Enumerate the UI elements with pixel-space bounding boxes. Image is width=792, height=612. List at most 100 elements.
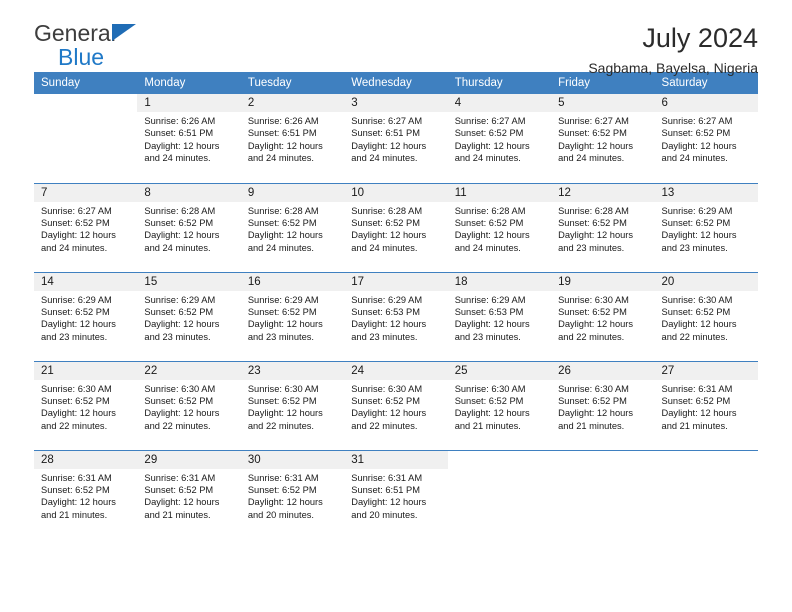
day-number: 19 bbox=[551, 272, 655, 291]
day-daylight-line2-text: and 24 minutes. bbox=[247, 242, 314, 253]
day-sunset-text: Sunset: 6:51 PM bbox=[144, 128, 214, 139]
calendar-day-cell[interactable]: 14 Sunrise: 6:29 AM Sunset: 6:52 PM Dayligh… bbox=[34, 271, 138, 361]
day-sunset-text: Sunset: 6:52 PM bbox=[144, 484, 214, 495]
calendar-day-cell[interactable]: 23 Sunrise: 6:30 AM Sunset: 6:52 PM Dayligh… bbox=[240, 360, 345, 450]
calendar-day-cell[interactable]: 31 Sunrise: 6:31 AM Sunset: 6:51 PM Dayligh… bbox=[344, 449, 448, 539]
day-sunset-text: Sunset: 6:52 PM bbox=[247, 395, 317, 406]
day-number-empty bbox=[654, 450, 758, 469]
day-sunset-text: Sunset: 6:52 PM bbox=[144, 217, 214, 228]
day-daylight-line2-text: and 24 minutes. bbox=[661, 153, 728, 164]
calendar-day-cell[interactable]: 10 Sunrise: 6:28 AM Sunset: 6:52 PM Dayligh… bbox=[344, 182, 448, 272]
day-sunrise-text: Sunrise: 6:28 AM bbox=[558, 205, 629, 216]
day-sunrise-text: Sunrise: 6:31 AM bbox=[351, 472, 423, 483]
calendar-day-cell[interactable]: 20 Sunrise: 6:30 AM Sunset: 6:52 PM Dayligh… bbox=[654, 271, 758, 361]
calendar-day-cell[interactable]: 2 Sunrise: 6:26 AM Sunset: 6:51 PM Daylight… bbox=[240, 94, 345, 183]
calendar-day-cell[interactable]: 11 Sunrise: 6:28 AM Sunset: 6:52 PM Dayligh… bbox=[447, 182, 552, 272]
day-daylight-line1-text: Daylight: 12 hours bbox=[454, 140, 530, 151]
logo-text-blue: Blue bbox=[58, 44, 105, 70]
day-daylight-line1-text: Daylight: 12 hours bbox=[351, 408, 427, 419]
day-sunrise-text: Sunrise: 6:30 AM bbox=[247, 383, 319, 394]
page-header: General Blue July 2024 Sagbama, Bayelsa,… bbox=[34, 0, 758, 77]
day-daylight-line1-text: Daylight: 12 hours bbox=[144, 140, 220, 151]
day-sunrise-text: Sunrise: 6:31 AM bbox=[41, 472, 112, 483]
day-number-empty bbox=[447, 450, 552, 469]
calendar-day-cell[interactable]: 29 Sunrise: 6:31 AM Sunset: 6:52 PM Dayligh… bbox=[137, 449, 241, 539]
day-sunset-text: Sunset: 6:52 PM bbox=[454, 128, 524, 139]
calendar-day-cell[interactable]: 19 Sunrise: 6:30 AM Sunset: 6:52 PM Dayligh… bbox=[551, 271, 655, 361]
calendar-day-cell[interactable]: 26 Sunrise: 6:30 AM Sunset: 6:52 PM Dayligh… bbox=[551, 360, 655, 450]
day-daylight-line1-text: Daylight: 12 hours bbox=[41, 408, 116, 419]
day-sunset-text: Sunset: 6:52 PM bbox=[41, 306, 110, 317]
day-details: Sunrise: 6:27 AM Sunset: 6:51 PM Daylight:… bbox=[344, 112, 447, 165]
day-sunrise-text: Sunrise: 6:26 AM bbox=[144, 116, 216, 126]
calendar-day-cell-empty bbox=[447, 449, 552, 539]
calendar-day-cell[interactable]: 24 Sunrise: 6:30 AM Sunset: 6:52 PM Dayligh… bbox=[344, 360, 448, 450]
calendar-day-cell[interactable]: 12 Sunrise: 6:28 AM Sunset: 6:52 PM Dayligh… bbox=[551, 182, 655, 272]
day-sunrise-text: Sunrise: 6:29 AM bbox=[351, 294, 423, 305]
day-daylight-line1-text: Daylight: 12 hours bbox=[247, 230, 323, 241]
day-sunset-text: Sunset: 6:52 PM bbox=[661, 395, 731, 406]
calendar-day-cell[interactable]: 1 Sunrise: 6:26 AM Sunset: 6:51 PM Daylight… bbox=[137, 94, 241, 183]
calendar-day-cell[interactable]: 18 Sunrise: 6:29 AM Sunset: 6:53 PM Dayligh… bbox=[447, 271, 552, 361]
calendar-day-cell[interactable]: 16 Sunrise: 6:29 AM Sunset: 6:52 PM Dayligh… bbox=[240, 271, 345, 361]
calendar-day-cell[interactable]: 25 Sunrise: 6:30 AM Sunset: 6:52 PM Dayligh… bbox=[447, 360, 552, 450]
day-sunset-text: Sunset: 6:52 PM bbox=[144, 306, 214, 317]
day-sunset-text: Sunset: 6:52 PM bbox=[558, 217, 627, 228]
day-daylight-line1-text: Daylight: 12 hours bbox=[247, 319, 323, 330]
day-daylight-line1-text: Daylight: 12 hours bbox=[351, 497, 427, 508]
day-number: 17 bbox=[344, 272, 448, 291]
day-sunset-text: Sunset: 6:52 PM bbox=[351, 217, 420, 228]
day-sunrise-text: Sunrise: 6:30 AM bbox=[454, 383, 526, 394]
day-daylight-line2-text: and 24 minutes. bbox=[351, 153, 418, 164]
calendar-day-cell[interactable]: 4 Sunrise: 6:27 AM Sunset: 6:52 PM Daylight… bbox=[447, 94, 552, 183]
calendar-day-cell[interactable]: 27 Sunrise: 6:31 AM Sunset: 6:52 PM Dayligh… bbox=[654, 360, 758, 450]
weekday-header-monday: Monday bbox=[137, 72, 241, 94]
day-daylight-line2-text: and 24 minutes. bbox=[454, 153, 521, 164]
day-number: 26 bbox=[551, 361, 655, 380]
calendar-day-cell[interactable]: 30 Sunrise: 6:31 AM Sunset: 6:52 PM Dayligh… bbox=[240, 449, 345, 539]
day-sunrise-text: Sunrise: 6:30 AM bbox=[351, 383, 423, 394]
day-sunrise-text: Sunrise: 6:28 AM bbox=[454, 205, 526, 216]
day-details: Sunrise: 6:30 AM Sunset: 6:52 PM Daylight:… bbox=[448, 380, 551, 433]
day-sunrise-text: Sunrise: 6:30 AM bbox=[558, 383, 629, 394]
calendar-day-cell[interactable]: 5 Sunrise: 6:27 AM Sunset: 6:52 PM Daylight… bbox=[551, 94, 655, 183]
calendar-day-cell[interactable]: 8 Sunrise: 6:28 AM Sunset: 6:52 PM Daylight… bbox=[137, 182, 241, 272]
day-details: Sunrise: 6:30 AM Sunset: 6:52 PM Daylight:… bbox=[551, 291, 654, 344]
calendar-day-cell[interactable]: 15 Sunrise: 6:29 AM Sunset: 6:52 PM Dayligh… bbox=[137, 271, 241, 361]
calendar-day-cell[interactable]: 6 Sunrise: 6:27 AM Sunset: 6:52 PM Daylight… bbox=[654, 94, 758, 183]
calendar-day-cell[interactable]: 13 Sunrise: 6:29 AM Sunset: 6:52 PM Dayligh… bbox=[654, 182, 758, 272]
calendar-day-cell[interactable]: 7 Sunrise: 6:27 AM Sunset: 6:52 PM Daylight… bbox=[34, 182, 138, 272]
calendar-day-cell[interactable]: 17 Sunrise: 6:29 AM Sunset: 6:53 PM Dayligh… bbox=[344, 271, 448, 361]
day-details: Sunrise: 6:29 AM Sunset: 6:52 PM Daylight:… bbox=[34, 291, 137, 344]
day-details: Sunrise: 6:31 AM Sunset: 6:51 PM Daylight:… bbox=[344, 469, 447, 522]
day-number-empty bbox=[551, 450, 655, 469]
day-sunrise-text: Sunrise: 6:29 AM bbox=[144, 294, 216, 305]
day-daylight-line2-text: and 21 minutes. bbox=[558, 420, 625, 431]
day-sunrise-text: Sunrise: 6:28 AM bbox=[351, 205, 423, 216]
calendar-week-row: 21 Sunrise: 6:30 AM Sunset: 6:52 PM Dayligh… bbox=[34, 360, 758, 450]
calendar-day-cell[interactable]: 28 Sunrise: 6:31 AM Sunset: 6:52 PM Dayligh… bbox=[34, 449, 138, 539]
day-number: 12 bbox=[551, 183, 655, 202]
day-sunrise-text: Sunrise: 6:27 AM bbox=[351, 116, 423, 126]
day-number: 3 bbox=[344, 94, 448, 112]
day-daylight-line2-text: and 21 minutes. bbox=[41, 509, 108, 520]
day-details: Sunrise: 6:31 AM Sunset: 6:52 PM Daylight:… bbox=[241, 469, 344, 522]
day-details: Sunrise: 6:27 AM Sunset: 6:52 PM Daylight:… bbox=[34, 202, 137, 255]
day-sunrise-text: Sunrise: 6:27 AM bbox=[454, 116, 526, 126]
day-daylight-line1-text: Daylight: 12 hours bbox=[661, 408, 737, 419]
general-blue-logo: General Blue bbox=[34, 22, 164, 70]
calendar-day-cell[interactable]: 9 Sunrise: 6:28 AM Sunset: 6:52 PM Daylight… bbox=[240, 182, 345, 272]
day-number-empty bbox=[34, 94, 138, 112]
day-sunset-text: Sunset: 6:52 PM bbox=[41, 217, 110, 228]
day-daylight-line2-text: and 24 minutes. bbox=[144, 242, 211, 253]
calendar-day-cell[interactable]: 22 Sunrise: 6:30 AM Sunset: 6:52 PM Dayligh… bbox=[137, 360, 241, 450]
day-sunrise-text: Sunrise: 6:31 AM bbox=[247, 472, 319, 483]
day-details: Sunrise: 6:30 AM Sunset: 6:52 PM Daylight:… bbox=[551, 380, 654, 433]
calendar-day-cell[interactable]: 21 Sunrise: 6:30 AM Sunset: 6:52 PM Dayligh… bbox=[34, 360, 138, 450]
day-number: 30 bbox=[240, 450, 345, 469]
calendar-day-cell[interactable]: 3 Sunrise: 6:27 AM Sunset: 6:51 PM Daylight… bbox=[344, 94, 448, 183]
day-sunrise-text: Sunrise: 6:27 AM bbox=[661, 116, 733, 126]
day-details: Sunrise: 6:30 AM Sunset: 6:52 PM Daylight:… bbox=[34, 380, 137, 433]
day-sunrise-text: Sunrise: 6:30 AM bbox=[661, 294, 733, 305]
day-details: Sunrise: 6:28 AM Sunset: 6:52 PM Daylight:… bbox=[241, 202, 344, 255]
